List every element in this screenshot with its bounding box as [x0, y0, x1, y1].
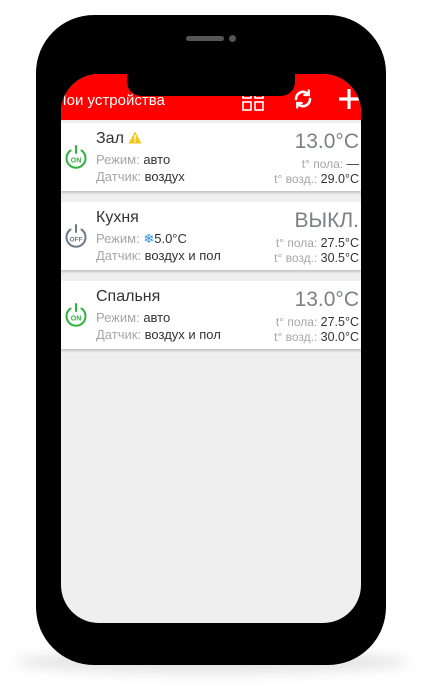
floor-temp-value: 27.5°C: [320, 236, 359, 250]
air-temp-value: 30.5°C: [320, 251, 359, 265]
floor-temp-label: t° пола:: [275, 236, 318, 250]
add-icon[interactable]: [338, 88, 360, 115]
warning-icon: [128, 131, 142, 149]
device-name: Спальня: [96, 288, 161, 305]
device-name: Зал: [96, 130, 124, 147]
air-temp-row: t° возд.: 30.0°C: [274, 330, 359, 344]
power-on-icon[interactable]: ON: [63, 302, 89, 328]
air-temp-label: t° возд.:: [274, 172, 318, 186]
setpoint-temp: 13.0°C: [294, 288, 359, 311]
sensor-value: воздух: [144, 169, 185, 184]
sensor-label: Датчик:: [96, 248, 142, 263]
phone-camera: [229, 35, 236, 42]
power-state-label: OFF: [70, 237, 83, 244]
air-temp-row: t° возд.: 30.5°C: [274, 251, 359, 265]
mode-label: Режим:: [96, 152, 140, 167]
sensor-value: воздух и пол: [144, 327, 221, 342]
device-card-kukhnya[interactable]: OFF Кухня Режим: ❄5.0°C Датчик: воздух и…: [61, 202, 361, 270]
device-card-spalnya[interactable]: ON Спальня Режим: авто Датчик: воздух и …: [61, 281, 361, 349]
air-temp-value: 29.0°C: [320, 172, 359, 186]
sensor-label: Датчик:: [96, 327, 142, 342]
device-card-zal[interactable]: ON Зал Режим: авто Датчик: воздух 13.0°C…: [61, 123, 361, 191]
mode-value: 5.0°C: [154, 231, 187, 246]
power-state-label: ON: [71, 158, 82, 165]
air-temp-value: 30.0°C: [320, 330, 359, 344]
mode-value: авто: [143, 152, 171, 167]
mode-row: Режим: авто: [96, 310, 170, 325]
floor-temp-value: 27.5°C: [320, 315, 359, 329]
mode-label: Режим:: [96, 231, 140, 246]
sensor-value: воздух и пол: [144, 248, 221, 263]
sensor-row: Датчик: воздух и пол: [96, 248, 221, 263]
mode-row: Режим: авто: [96, 152, 170, 167]
phone-screen: Мои устройства ON Зал Режим: авто Датчик…: [61, 74, 361, 623]
air-temp-row: t° возд.: 29.0°C: [274, 172, 359, 186]
sensor-row: Датчик: воздух: [96, 169, 185, 184]
power-on-icon[interactable]: ON: [63, 144, 89, 170]
power-off-icon[interactable]: OFF: [63, 223, 89, 249]
floor-temp-value: —: [346, 157, 360, 171]
screen-notch: [127, 74, 295, 96]
mode-value: авто: [143, 310, 171, 325]
power-state-label: ON: [71, 316, 82, 323]
air-temp-label: t° возд.:: [274, 330, 318, 344]
floor-temp-label: t° пола:: [275, 315, 318, 329]
floor-temp-label: t° пола:: [301, 157, 344, 171]
floor-temp-row: t° пола: 27.5°C: [276, 315, 359, 329]
sensor-row: Датчик: воздух и пол: [96, 327, 221, 342]
mode-label: Режим:: [96, 310, 140, 325]
phone-speaker: [186, 36, 224, 41]
mode-row: Режим: ❄5.0°C: [96, 231, 187, 247]
refresh-icon[interactable]: [292, 88, 314, 115]
floor-temp-row: t° пола: 27.5°C: [276, 236, 359, 250]
sensor-label: Датчик:: [96, 169, 142, 184]
snowflake-icon: ❄: [143, 231, 155, 246]
floor-temp-row: t° пола: —: [302, 157, 359, 171]
air-temp-label: t° возд.:: [274, 251, 318, 265]
setpoint-temp: 13.0°C: [294, 130, 359, 153]
setpoint-temp: ВЫКЛ.: [294, 209, 359, 232]
device-name: Кухня: [96, 209, 139, 226]
